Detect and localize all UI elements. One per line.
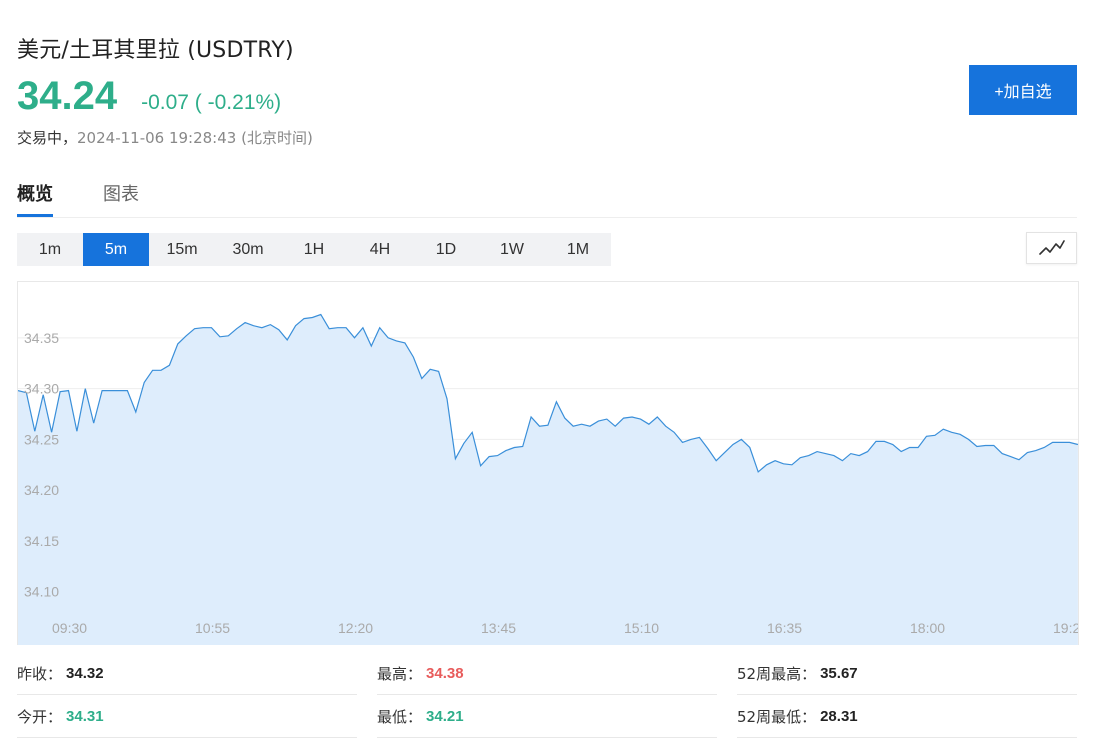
stat-value: 35.67 bbox=[820, 664, 858, 682]
period-15m[interactable]: 15m bbox=[149, 233, 215, 266]
y-tick-label: 34.30 bbox=[24, 381, 59, 397]
stat-label: 52周最低： bbox=[737, 707, 817, 726]
stat-label: 52周最高： bbox=[737, 664, 817, 683]
tab-overview[interactable]: 概览 bbox=[17, 180, 53, 217]
period-4h[interactable]: 4H bbox=[347, 233, 413, 266]
stat-label: 今开： bbox=[17, 707, 63, 726]
current-price: 34.24 bbox=[17, 74, 118, 118]
stat-52w-low: 52周最低： 28.31 bbox=[737, 695, 1077, 738]
y-tick-label: 34.15 bbox=[24, 533, 59, 549]
x-tick-label: 12:20 bbox=[338, 620, 373, 636]
stat-label: 最高： bbox=[377, 664, 423, 683]
stat-value: 34.32 bbox=[66, 664, 104, 682]
period-1m[interactable]: 1m bbox=[17, 233, 83, 266]
stat-high: 最高： 34.38 bbox=[377, 652, 717, 695]
add-to-watchlist-button[interactable]: +加自选 bbox=[969, 65, 1077, 115]
x-tick-label: 18:00 bbox=[910, 620, 945, 636]
stat-open: 今开： 34.31 bbox=[17, 695, 357, 738]
period-1mo[interactable]: 1M bbox=[545, 233, 611, 266]
x-tick-label: 13:45 bbox=[481, 620, 516, 636]
price-change: -0.07 ( -0.21%) bbox=[141, 91, 282, 114]
period-selector: 1m 5m 15m 30m 1H 4H 1D 1W 1M bbox=[17, 233, 611, 266]
period-1d[interactable]: 1D bbox=[413, 233, 479, 266]
x-tick-label: 10:55 bbox=[195, 620, 230, 636]
stat-label: 昨收： bbox=[17, 664, 63, 683]
period-5m[interactable]: 5m bbox=[83, 233, 149, 266]
stat-label: 最低： bbox=[377, 707, 423, 726]
stat-value: 34.31 bbox=[66, 707, 104, 725]
chart-type-button[interactable] bbox=[1026, 232, 1077, 264]
x-tick-label: 19:2 bbox=[1053, 620, 1079, 636]
trading-status: 交易中，2024-11-06 19:28:43 (北京时间) bbox=[17, 127, 313, 148]
price-area bbox=[18, 314, 1078, 645]
status-label: 交易中， bbox=[17, 129, 78, 147]
x-tick-label: 15:10 bbox=[624, 620, 659, 636]
price-row: 34.24 -0.07 ( -0.21%) bbox=[17, 74, 281, 119]
price-chart-svg: 34.35 34.30 34.25 34.20 34.15 34.10 09:30 10:5… bbox=[18, 313, 1079, 645]
line-chart-icon bbox=[1038, 240, 1065, 255]
period-1w[interactable]: 1W bbox=[479, 233, 545, 266]
stat-value: 34.38 bbox=[426, 664, 464, 682]
stat-value: 28.31 bbox=[820, 707, 858, 725]
stat-prev-close: 昨收： 34.32 bbox=[17, 652, 357, 695]
x-tick-label: 16:35 bbox=[767, 620, 802, 636]
tab-chart[interactable]: 图表 bbox=[103, 180, 139, 206]
instrument-title: 美元/土耳其里拉 (USDTRY) bbox=[17, 38, 294, 63]
y-tick-label: 34.35 bbox=[24, 330, 59, 346]
y-tick-label: 34.20 bbox=[24, 482, 59, 498]
stat-52w-high: 52周最高： 35.67 bbox=[737, 652, 1077, 695]
timestamp: 2024-11-06 19:28:43 (北京时间) bbox=[77, 129, 313, 147]
price-chart[interactable]: 34.35 34.30 34.25 34.20 34.15 34.10 09:30 10:5… bbox=[17, 281, 1079, 645]
stat-low: 最低： 34.21 bbox=[377, 695, 717, 738]
period-30m[interactable]: 30m bbox=[215, 233, 281, 266]
y-tick-label: 34.25 bbox=[24, 431, 59, 447]
x-tick-label: 09:30 bbox=[52, 620, 87, 636]
y-tick-label: 34.10 bbox=[24, 584, 59, 600]
stat-value: 34.21 bbox=[426, 707, 464, 725]
tab-bar: 概览 图表 bbox=[17, 170, 1077, 218]
period-1h[interactable]: 1H bbox=[281, 233, 347, 266]
